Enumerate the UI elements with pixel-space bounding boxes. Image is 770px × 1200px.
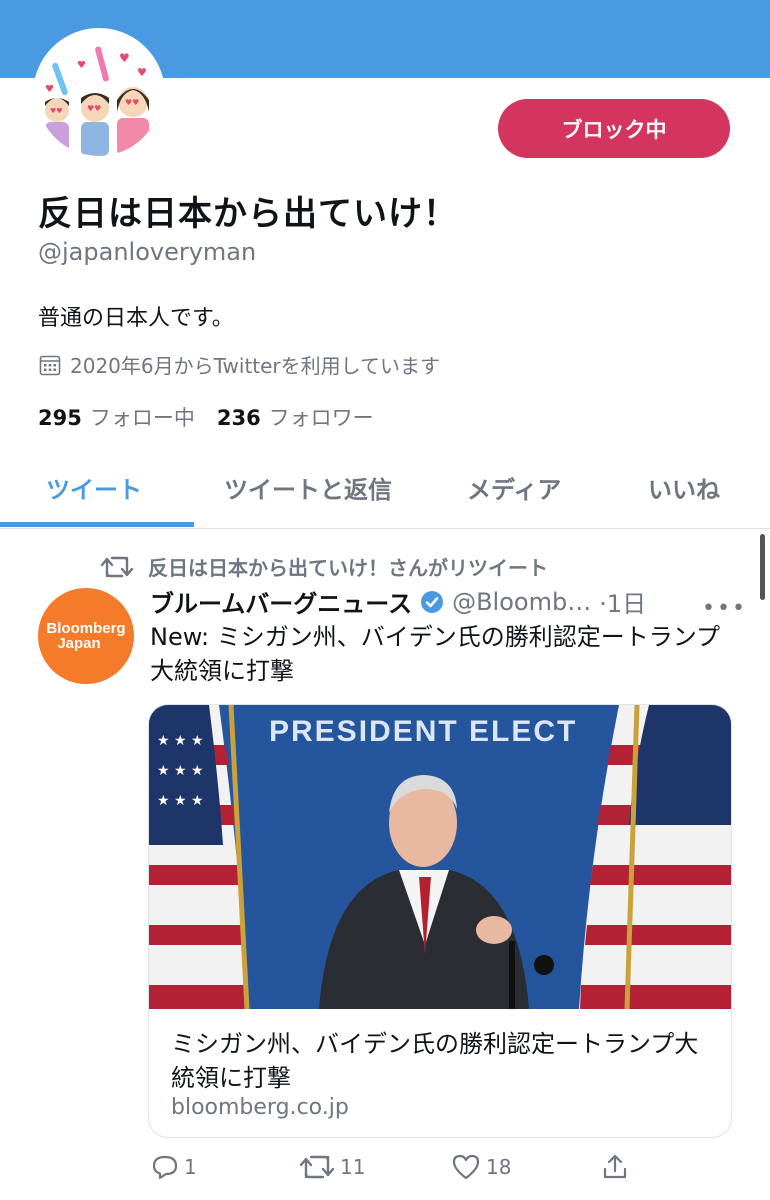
share-button[interactable]: [600, 1152, 634, 1182]
profile-bio: 普通の日本人です。: [38, 306, 234, 331]
svg-text:♥: ♥: [77, 60, 86, 71]
tweet-author-name[interactable]: ブルームバーグニュース: [150, 584, 412, 619]
calendar-icon: [39, 355, 61, 375]
card-title: ミシガン州、バイデン氏の勝利認定ートランプ大統領に打撃: [171, 1030, 699, 1092]
card-image: PRESIDENT ELECT ★ ★ ★ ★ ★ ★ ★ ★ ★: [149, 705, 731, 1009]
reply-button[interactable]: 1: [150, 1152, 197, 1182]
follow-stats: 295 フォロー中 236 フォロワー: [38, 402, 396, 432]
card-image-sign: PRESIDENT ELECT: [269, 715, 577, 748]
retweet-context-text: 反日は日本から出ていけ！さんがリツイート: [148, 556, 548, 580]
profile-tabs: ツイート ツイートと返信 メディア いいね: [0, 452, 770, 529]
blocked-button[interactable]: ブロック中: [498, 99, 730, 158]
retweet-count: 11: [340, 1155, 366, 1179]
verified-badge-icon: [421, 590, 444, 613]
profile-display-name: 反日は日本から出ていけ！: [38, 194, 458, 234]
svg-text:♥♥: ♥♥: [50, 107, 63, 115]
heart-icon: [452, 1154, 480, 1180]
svg-text:★ ★ ★: ★ ★ ★: [157, 733, 204, 749]
link-card[interactable]: PRESIDENT ELECT ★ ★ ★ ★ ★ ★ ★ ★ ★ ミシガン州、…: [148, 704, 732, 1138]
profile-avatar[interactable]: ♥ ♥ ♥ ♥ ♥♥ ♥♥ ♥♥: [33, 28, 165, 160]
joined-text: 2020年6月からTwitterを利用しています: [70, 354, 441, 378]
svg-text:♥: ♥: [119, 51, 130, 65]
tweet-actions: 1 11 18: [150, 1152, 740, 1188]
followers-count[interactable]: 236: [217, 406, 261, 430]
card-domain: bloomberg.co.jp: [171, 1095, 349, 1120]
retweet-button[interactable]: 11: [298, 1152, 365, 1182]
svg-text:★ ★ ★: ★ ★ ★: [157, 763, 204, 779]
tab-media[interactable]: メディア: [467, 470, 561, 505]
reply-icon: [152, 1155, 178, 1180]
svg-text:★ ★ ★: ★ ★ ★: [157, 793, 204, 809]
like-count: 18: [486, 1155, 512, 1179]
reply-count: 1: [184, 1155, 197, 1179]
active-tab-indicator: [0, 522, 194, 527]
retweet-action-icon: [299, 1155, 335, 1179]
retweet-context: 反日は日本から出ていけ！さんがリツイート: [100, 552, 548, 581]
scrollbar[interactable]: [760, 534, 765, 600]
tab-likes[interactable]: いいね: [648, 470, 720, 505]
avatar-text-japan: Japan: [57, 635, 101, 652]
tweet-author-handle[interactable]: @Bloomb…: [452, 588, 591, 616]
retweet-icon: [100, 556, 134, 577]
followers-label[interactable]: フォロワー: [269, 402, 374, 432]
profile-handle: @japanloveryman: [38, 238, 257, 266]
share-icon: [603, 1154, 627, 1179]
svg-text:♥: ♥: [137, 66, 147, 79]
svg-text:♥: ♥: [45, 84, 54, 95]
tab-tweets-and-replies[interactable]: ツイートと返信: [224, 470, 392, 505]
bloomberg-japan-avatar[interactable]: Bloomberg Japan: [38, 588, 134, 684]
profile-joined-date: 2020年6月からTwitterを利用しています: [38, 350, 440, 379]
cheering-fans-illustration: ♥ ♥ ♥ ♥ ♥♥ ♥♥ ♥♥: [37, 32, 161, 156]
tweet-author-row: ブルームバーグニュース @Bloomb… ·1日: [150, 584, 646, 619]
avatar-text-bloomberg: Bloomberg: [46, 620, 126, 637]
following-label[interactable]: フォロー中: [90, 402, 195, 432]
more-options-icon[interactable]: •••: [702, 596, 747, 621]
us-flag-left: ★ ★ ★ ★ ★ ★ ★ ★ ★: [149, 705, 250, 1009]
tab-tweets[interactable]: ツイート: [46, 470, 142, 505]
following-count[interactable]: 295: [38, 406, 82, 430]
tweet-timestamp[interactable]: ·1日: [599, 584, 646, 619]
svg-text:♥♥: ♥♥: [87, 104, 101, 113]
svg-text:♥♥: ♥♥: [125, 98, 139, 107]
tweet-text: New: ミシガン州、バイデン氏の勝利認定ートランプ大統領に打撃: [150, 623, 721, 685]
like-button[interactable]: 18: [450, 1152, 511, 1182]
